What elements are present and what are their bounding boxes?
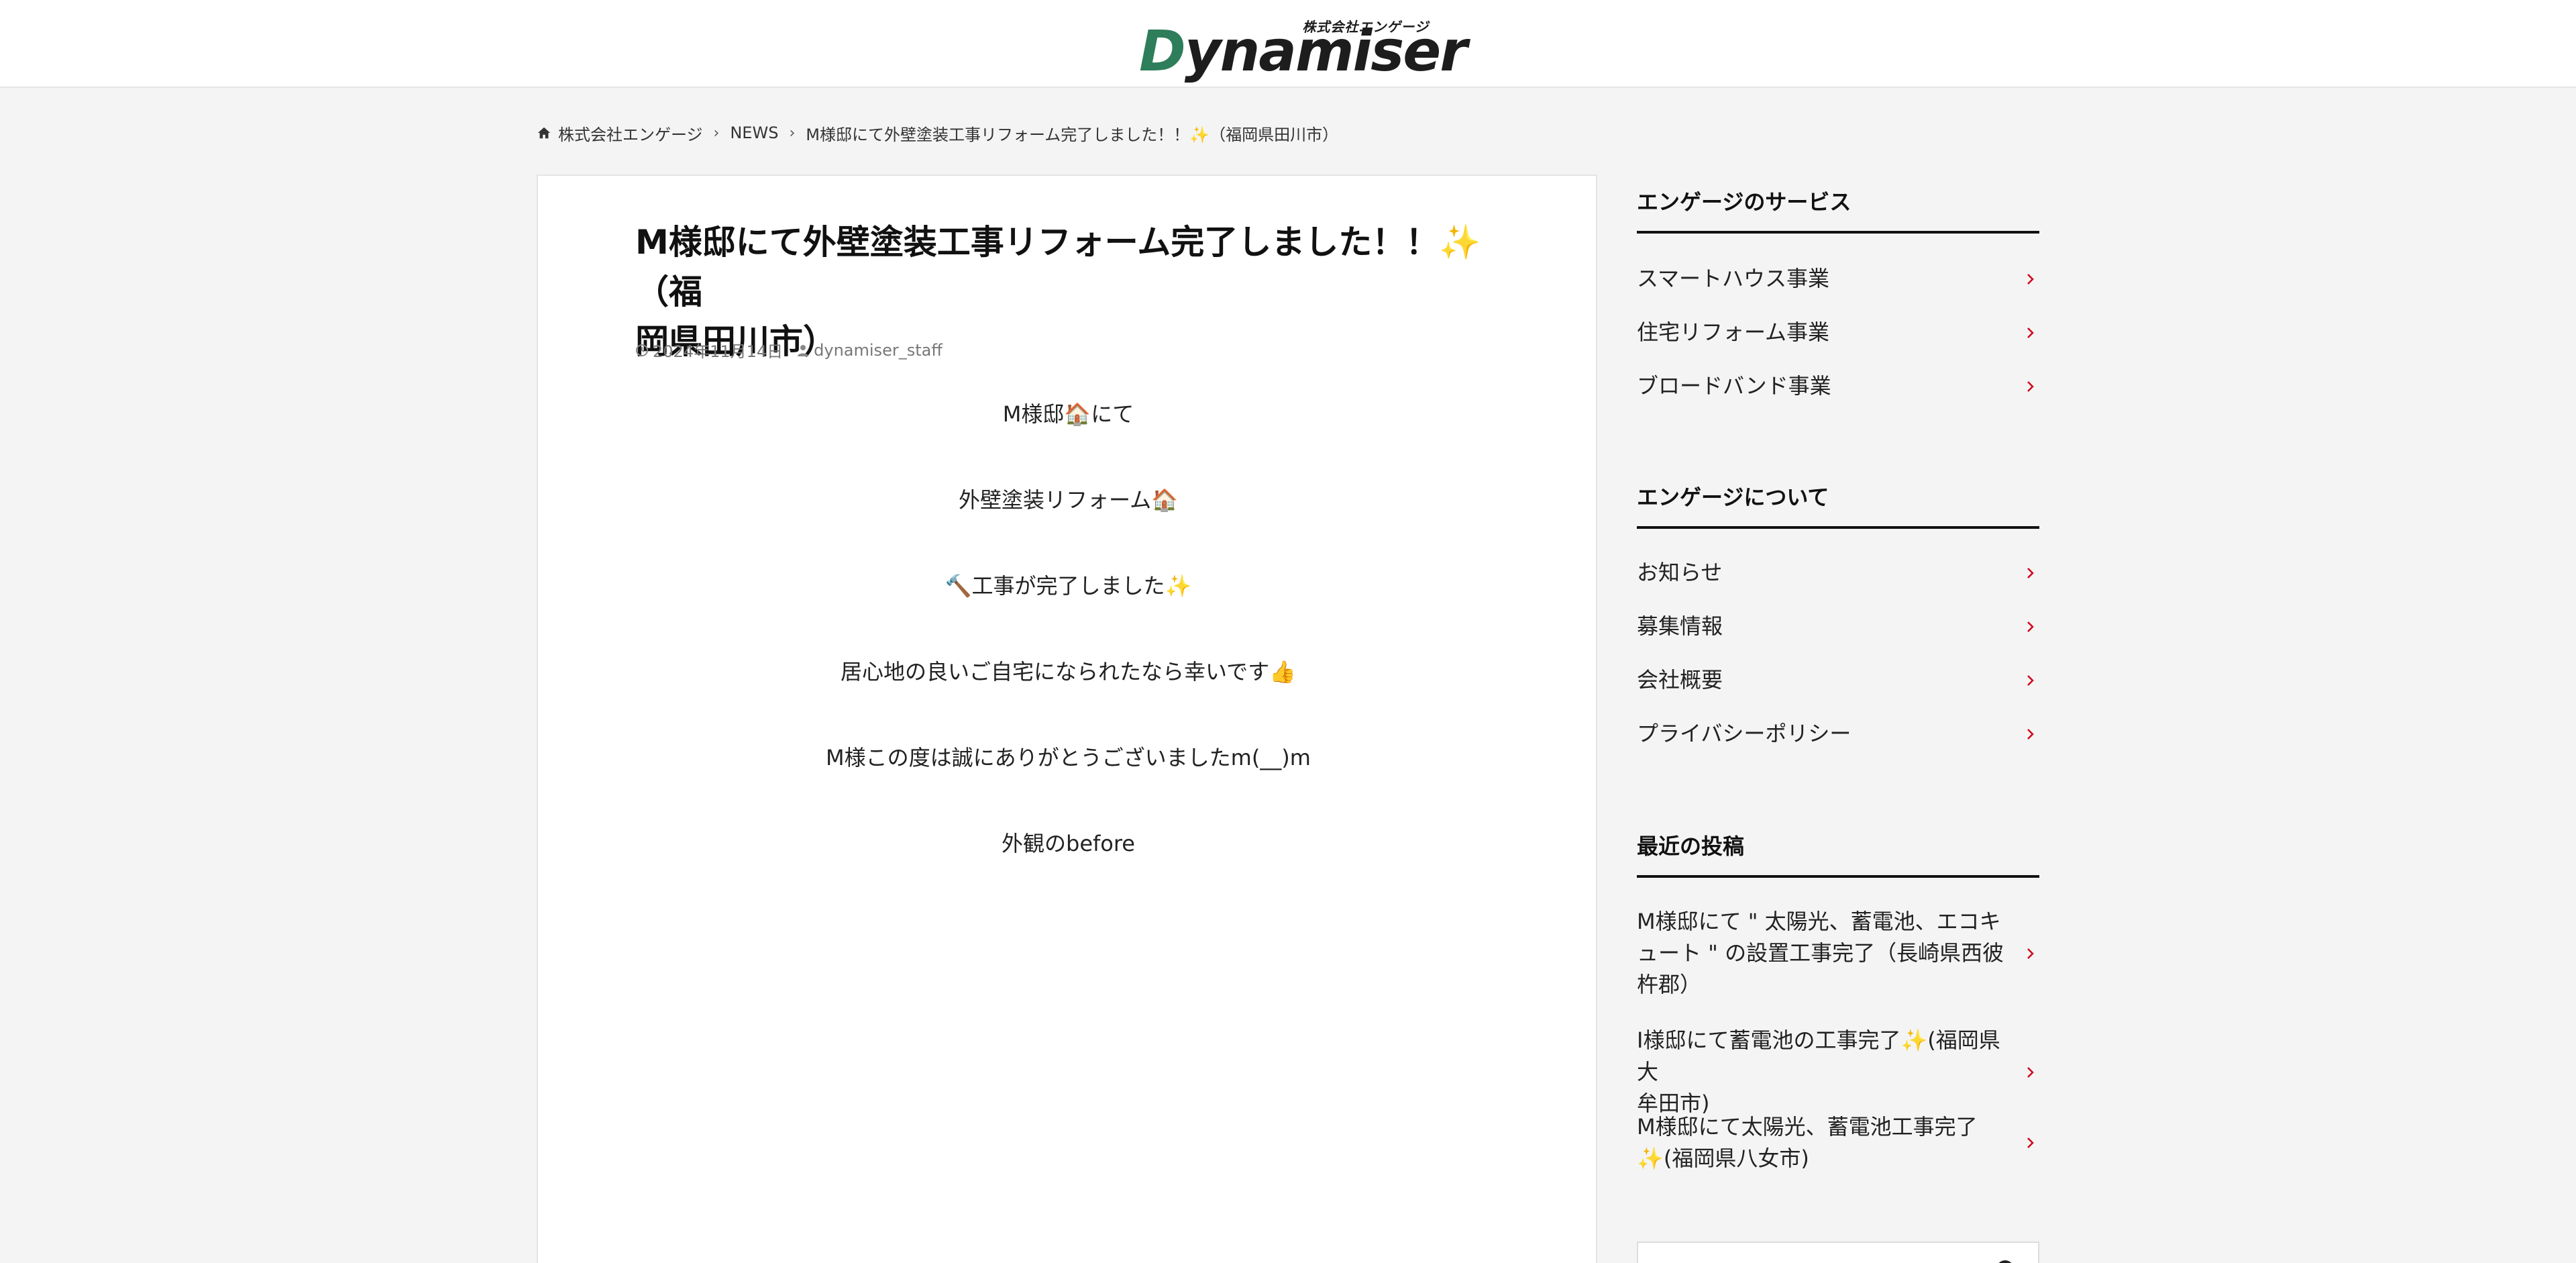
body-line-6: 外観のbefore — [1002, 831, 1135, 856]
user-icon — [798, 344, 809, 356]
logo-accent-letter: D — [1139, 18, 1186, 84]
sidebar-item-privacy[interactable]: プライバシーポリシー — [1637, 718, 2039, 750]
chevron-right-icon — [2027, 1066, 2034, 1078]
site-logo[interactable]: 株式会社エンゲージ Dynamiser — [1139, 16, 1468, 79]
sidebar-item-reform[interactable]: 住宅リフォーム事業 — [1637, 317, 2039, 348]
chevron-right-icon — [2027, 327, 2034, 338]
post-meta: 2024年11月14日 dynamiser_staff — [635, 338, 943, 362]
sidebar-item-recruit[interactable]: 募集情報 — [1637, 611, 2039, 642]
breadcrumb: 株式会社エンゲージ › NEWS › M様邸にて外壁塗装工事リフォーム完了しまし… — [537, 119, 1338, 146]
search-icon[interactable] — [1994, 1258, 2021, 1263]
chevron-right-icon — [2027, 1138, 2034, 1148]
chevron-right-icon — [2027, 948, 2034, 959]
logo-word-rest: ynamiser — [1184, 18, 1468, 84]
sidebar-item-smart-house[interactable]: スマートハウス事業 — [1637, 263, 2039, 295]
home-icon — [537, 127, 551, 139]
breadcrumb-home-label: 株式会社エンゲージ — [558, 125, 703, 144]
widget-title-services: エンゲージのサービス — [1637, 185, 2039, 234]
chevron-right-icon — [2027, 381, 2034, 392]
sidebar-item-label: 住宅リフォーム事業 — [1637, 319, 1830, 345]
site-header: 株式会社エンゲージ Dynamiser — [0, 0, 2576, 88]
body-line-2: 外壁塗装リフォーム🏠 — [959, 487, 1178, 513]
breadcrumb-current: M様邸にて外壁塗装工事リフォーム完了しました！！✨（福岡県田川市） — [806, 125, 1339, 144]
post-author[interactable]: dynamiser_staff — [814, 341, 943, 360]
breadcrumb-news[interactable]: NEWS — [730, 123, 778, 142]
sidebar-item-label: 募集情報 — [1637, 613, 1723, 639]
chevron-right-icon — [2027, 567, 2034, 578]
recent-post-title: I様邸にて蓄電池の工事完了✨(福岡県大 牟田市) — [1637, 1027, 2000, 1116]
sidebar-item-label: お知らせ — [1637, 560, 1723, 585]
widget-title-recent: 最近の投稿 — [1637, 829, 2039, 878]
article-card: M様邸にて外壁塗装工事リフォーム完了しました！！✨（福 岡県田川市） 2024年… — [537, 174, 1597, 1263]
clock-icon — [636, 344, 648, 356]
sidebar-item-label: ブロードバンド事業 — [1637, 373, 1831, 399]
page-title-line-1: M様邸にて外壁塗装工事リフォーム完了しました！！✨（福 — [635, 223, 1481, 311]
recent-post-title: M様邸にて " 太陽光、蓄電池、エコキ ュート " の設置工事完了（長崎県西彼 … — [1637, 909, 2004, 997]
search-input[interactable] — [1637, 1242, 2039, 1263]
recent-post-3[interactable]: M様邸にて太陽光、蓄電池工事完了 ✨(福岡県八女市) — [1637, 1111, 2039, 1174]
chevron-right-icon — [2027, 621, 2034, 632]
post-date: 2024年11月14日 — [653, 342, 784, 361]
body-line-4: 居心地の良いご自宅になられたなら幸いです👍 — [841, 659, 1296, 685]
widget-title-about: エンゲージについて — [1637, 481, 2039, 529]
logo-wordmark: Dynamiser — [1139, 23, 1468, 79]
body-line-1: M様邸🏠にて — [1002, 401, 1134, 427]
chevron-right-icon — [2027, 273, 2034, 285]
recent-post-1[interactable]: M様邸にて " 太陽光、蓄電池、エコキ ュート " の設置工事完了（長崎県西彼 … — [1637, 906, 2039, 1001]
chevron-right-icon: › — [789, 124, 796, 142]
chevron-right-icon — [2027, 728, 2034, 740]
chevron-right-icon: › — [713, 124, 720, 142]
recent-post-title: M様邸にて太陽光、蓄電池工事完了 ✨(福岡県八女市) — [1637, 1114, 1978, 1171]
breadcrumb-home[interactable]: 株式会社エンゲージ — [537, 121, 703, 145]
sidebar-item-broadband[interactable]: ブロードバンド事業 — [1637, 370, 2039, 402]
sidebar-item-news[interactable]: お知らせ — [1637, 557, 2039, 589]
sidebar-item-label: 会社概要 — [1637, 667, 1723, 693]
sidebar-item-label: スマートハウス事業 — [1637, 266, 1830, 291]
recent-post-2[interactable]: I様邸にて蓄電池の工事完了✨(福岡県大 牟田市) — [1637, 1025, 2039, 1119]
body-line-3: 🔨工事が完了しました✨ — [945, 573, 1192, 599]
body-line-5: M様この度は誠にありがとうございましたm(__)m — [826, 745, 1311, 770]
sidebar-item-label: プライバシーポリシー — [1637, 721, 1851, 746]
sidebar-item-company[interactable]: 会社概要 — [1637, 664, 2039, 696]
chevron-right-icon — [2027, 674, 2034, 686]
